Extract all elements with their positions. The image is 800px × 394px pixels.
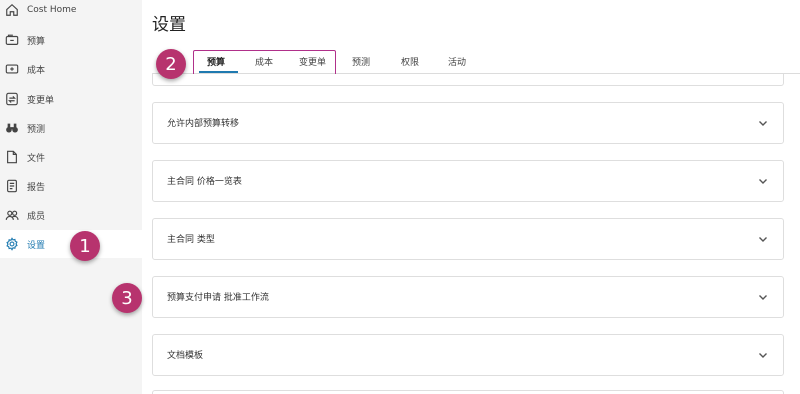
sidebar-item-change-order[interactable]: 变更单 — [0, 85, 142, 113]
sidebar-item-members[interactable]: 成员 — [0, 201, 142, 229]
chevron-down-icon[interactable] — [757, 117, 769, 129]
tab-forecast[interactable]: 预测 — [352, 55, 370, 68]
section-document-templates[interactable]: 文档模板 — [152, 334, 784, 376]
section-main-contract-type[interactable]: 主合同 类型 — [152, 218, 784, 260]
gear-icon — [5, 237, 19, 251]
section-label: 预算支付申请 批准工作流 — [167, 293, 269, 303]
section-card-partial — [152, 74, 784, 86]
callout-badge-1: 1 — [70, 231, 100, 261]
callout-badge-2: 2 — [156, 49, 186, 79]
tab-change-order[interactable]: 变更单 — [299, 55, 326, 68]
section-card-next — [152, 390, 784, 394]
section-label: 主合同 类型 — [167, 235, 215, 245]
tab-permissions[interactable]: 权限 — [401, 55, 419, 68]
section-label: 主合同 价格一览表 — [167, 177, 242, 187]
section-label: 允许内部预算转移 — [167, 119, 240, 129]
sidebar-item-report[interactable]: 报告 — [0, 172, 142, 200]
budget-icon — [5, 33, 19, 47]
section-budget-payment-approval-workflow[interactable]: 预算支付申请 批准工作流 — [152, 276, 784, 318]
members-icon — [5, 208, 19, 222]
sidebar-item-cost-home[interactable]: Cost Home — [0, 0, 142, 24]
tab-activity[interactable]: 活动 — [448, 55, 466, 68]
chevron-down-icon[interactable] — [757, 175, 769, 187]
file-icon — [5, 150, 19, 164]
page-title: 设置 — [152, 15, 186, 35]
tab-cost[interactable]: 成本 — [255, 55, 273, 68]
change-order-icon — [5, 92, 19, 106]
sidebar-item-budget[interactable]: 预算 — [0, 26, 142, 54]
sidebar-item-cost[interactable]: 成本 — [0, 55, 142, 83]
callout-badge-3: 3 — [112, 283, 142, 313]
home-icon — [5, 3, 19, 17]
active-tab-indicator — [199, 71, 238, 73]
cost-icon — [5, 62, 19, 76]
chevron-down-icon[interactable] — [757, 349, 769, 361]
section-internal-budget-transfer[interactable]: 允许内部预算转移 — [152, 102, 784, 144]
sidebar: Cost Home 预算 成本 变更单 预测 文件 报告 成员 设置 — [0, 0, 142, 394]
sidebar-item-file[interactable]: 文件 — [0, 143, 142, 171]
chevron-down-icon[interactable] — [757, 291, 769, 303]
tab-budget[interactable]: 预算 — [207, 55, 225, 68]
section-label: 文档模板 — [167, 351, 204, 361]
sidebar-item-forecast[interactable]: 预测 — [0, 114, 142, 142]
tab-bar: 预算 成本 变更单 预测 权限 活动 — [152, 48, 800, 74]
forecast-binoculars-icon — [5, 121, 19, 135]
chevron-down-icon[interactable] — [757, 233, 769, 245]
report-icon — [5, 179, 19, 193]
section-main-contract-price-list[interactable]: 主合同 价格一览表 — [152, 160, 784, 202]
